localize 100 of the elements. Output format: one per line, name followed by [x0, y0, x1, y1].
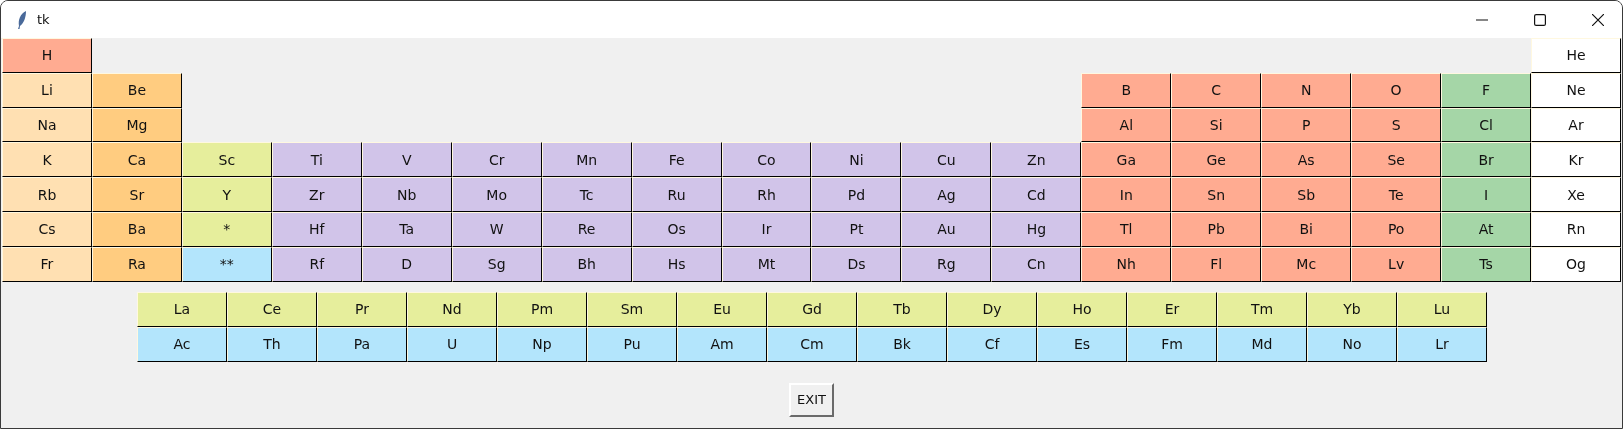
element-button[interactable]: Ce: [227, 291, 317, 327]
element-button[interactable]: Zr: [271, 177, 362, 212]
exit-button[interactable]: EXIT: [789, 382, 834, 417]
element-button[interactable]: Mc: [1261, 246, 1352, 282]
element-button[interactable]: Cr: [451, 142, 542, 178]
element-button[interactable]: **: [181, 246, 272, 282]
element-button[interactable]: Lu: [1397, 291, 1487, 327]
element-button[interactable]: Nh: [1081, 246, 1172, 282]
element-button[interactable]: He: [1531, 38, 1621, 73]
element-button[interactable]: Tc: [541, 177, 632, 212]
element-button[interactable]: Zn: [991, 142, 1082, 178]
element-button[interactable]: Se: [1351, 142, 1442, 178]
element-button[interactable]: Cf: [947, 326, 1037, 362]
element-button[interactable]: Rf: [271, 246, 362, 282]
element-button[interactable]: Ga: [1081, 142, 1172, 178]
element-button[interactable]: Lv: [1351, 246, 1442, 282]
element-button[interactable]: K: [2, 142, 92, 178]
element-button[interactable]: Ar: [1531, 107, 1621, 143]
element-button[interactable]: Rn: [1531, 212, 1621, 247]
element-button[interactable]: Ho: [1037, 291, 1127, 327]
element-button[interactable]: Ti: [271, 142, 362, 178]
element-button[interactable]: Og: [1531, 246, 1621, 282]
element-button[interactable]: D: [361, 246, 452, 282]
element-button[interactable]: Np: [497, 326, 587, 362]
element-button[interactable]: No: [1307, 326, 1397, 362]
element-button[interactable]: Ds: [811, 246, 902, 282]
element-button[interactable]: Pd: [811, 177, 902, 212]
element-button[interactable]: Sc: [181, 142, 272, 178]
element-button[interactable]: Cn: [991, 246, 1082, 282]
element-button[interactable]: Eu: [677, 291, 767, 327]
element-button[interactable]: Kr: [1531, 142, 1621, 178]
element-button[interactable]: O: [1351, 72, 1442, 108]
element-button[interactable]: Th: [227, 326, 317, 362]
element-button[interactable]: C: [1171, 72, 1262, 108]
element-button[interactable]: Ta: [361, 212, 452, 247]
element-button[interactable]: B: [1081, 72, 1172, 108]
element-button[interactable]: Cl: [1441, 107, 1532, 143]
element-button[interactable]: Ts: [1441, 246, 1532, 282]
element-button[interactable]: La: [137, 291, 227, 327]
element-button[interactable]: Am: [677, 326, 767, 362]
element-button[interactable]: Bi: [1261, 212, 1352, 247]
element-button[interactable]: Cm: [767, 326, 857, 362]
element-button[interactable]: Te: [1351, 177, 1442, 212]
element-button[interactable]: Ag: [901, 177, 992, 212]
element-button[interactable]: Mn: [541, 142, 632, 178]
element-button[interactable]: Ne: [1531, 72, 1621, 108]
element-button[interactable]: In: [1081, 177, 1172, 212]
element-button[interactable]: Sn: [1171, 177, 1262, 212]
element-button[interactable]: Lr: [1397, 326, 1487, 362]
element-button[interactable]: As: [1261, 142, 1352, 178]
element-button[interactable]: Rg: [901, 246, 992, 282]
element-button[interactable]: Gd: [767, 291, 857, 327]
element-button[interactable]: Re: [541, 212, 632, 247]
element-button[interactable]: Ir: [721, 212, 812, 247]
element-button[interactable]: Bh: [541, 246, 632, 282]
element-button[interactable]: U: [407, 326, 497, 362]
element-button[interactable]: Fr: [2, 246, 92, 282]
element-button[interactable]: Rh: [721, 177, 812, 212]
element-button[interactable]: Ac: [137, 326, 227, 362]
element-button[interactable]: Fm: [1127, 326, 1217, 362]
element-button[interactable]: Tm: [1217, 291, 1307, 327]
element-button[interactable]: Mo: [451, 177, 542, 212]
element-button[interactable]: Hg: [991, 212, 1082, 247]
element-button[interactable]: Pa: [317, 326, 407, 362]
element-button[interactable]: Be: [91, 72, 182, 108]
element-button[interactable]: F: [1441, 72, 1532, 108]
element-button[interactable]: Ca: [91, 142, 182, 178]
element-button[interactable]: N: [1261, 72, 1352, 108]
element-button[interactable]: Dy: [947, 291, 1037, 327]
element-button[interactable]: Mt: [721, 246, 812, 282]
element-button[interactable]: Nd: [407, 291, 497, 327]
element-button[interactable]: Na: [2, 107, 92, 143]
element-button[interactable]: V: [361, 142, 452, 178]
element-button[interactable]: Ba: [91, 212, 182, 247]
element-button[interactable]: Li: [2, 72, 92, 108]
element-button[interactable]: Rb: [2, 177, 92, 212]
element-button[interactable]: Po: [1351, 212, 1442, 247]
element-button[interactable]: Br: [1441, 142, 1532, 178]
element-button[interactable]: Sb: [1261, 177, 1352, 212]
element-button[interactable]: Co: [721, 142, 812, 178]
element-button[interactable]: Sm: [587, 291, 677, 327]
element-button[interactable]: S: [1351, 107, 1442, 143]
element-button[interactable]: W: [451, 212, 542, 247]
element-button[interactable]: Fe: [631, 142, 722, 178]
element-button[interactable]: H: [2, 38, 92, 73]
element-button[interactable]: P: [1261, 107, 1352, 143]
element-button[interactable]: Yb: [1307, 291, 1397, 327]
element-button[interactable]: Tb: [857, 291, 947, 327]
element-button[interactable]: I: [1441, 177, 1532, 212]
element-button[interactable]: *: [181, 212, 272, 247]
element-button[interactable]: Ra: [91, 246, 182, 282]
element-button[interactable]: Ni: [811, 142, 902, 178]
element-button[interactable]: Pu: [587, 326, 677, 362]
element-button[interactable]: Pb: [1171, 212, 1262, 247]
element-button[interactable]: Hf: [271, 212, 362, 247]
element-button[interactable]: Hs: [631, 246, 722, 282]
element-button[interactable]: Y: [181, 177, 272, 212]
element-button[interactable]: Fl: [1171, 246, 1262, 282]
element-button[interactable]: Os: [631, 212, 722, 247]
element-button[interactable]: Cd: [991, 177, 1082, 212]
